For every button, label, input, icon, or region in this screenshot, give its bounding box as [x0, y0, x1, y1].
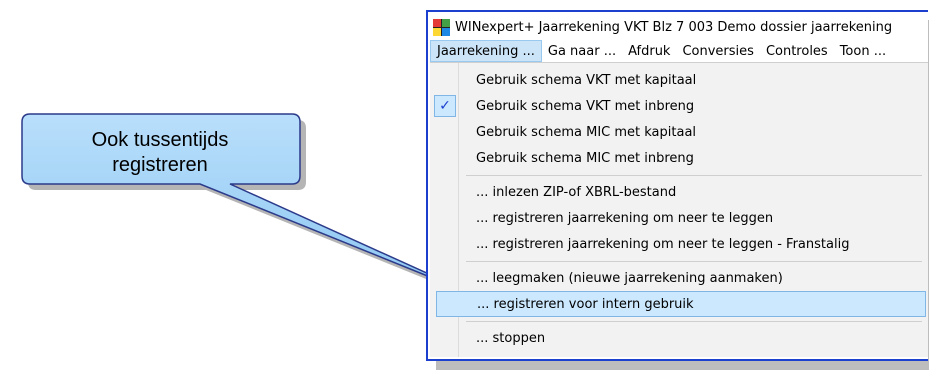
menu-jaarrekening[interactable]: Jaarrekening ...: [430, 40, 542, 62]
jaarrekening-dropdown-menu: Gebruik schema VKT met kapitaal ✓ Gebrui…: [430, 62, 928, 357]
winexpert-app-icon: [433, 18, 450, 36]
menu-controles[interactable]: Controles: [760, 40, 834, 62]
menu-item-registreren-neerleggen[interactable]: ... registreren jaarrekening om neer te …: [430, 205, 928, 231]
menu-toon[interactable]: Toon ...: [834, 40, 892, 62]
menu-separator: [466, 321, 922, 322]
window-title: WINexpert+ Jaarrekening VKT Blz 7 003 De…: [455, 19, 893, 35]
menu-item-inlezen-zip-xbrl[interactable]: ... inlezen ZIP-of XBRL-bestand: [430, 179, 928, 205]
app-window: WINexpert+ Jaarrekening VKT Blz 7 003 De…: [426, 10, 928, 361]
menu-bar: Jaarrekening ... Ga naar ... Afdruk Conv…: [430, 40, 928, 62]
menu-item-label: ... registreren jaarrekening om neer te …: [476, 210, 774, 226]
menu-ga-naar[interactable]: Ga naar ...: [542, 40, 622, 62]
menu-item-label: Gebruik schema VKT met kapitaal: [476, 72, 697, 88]
callout-line-1: Ook tussentijds: [91, 129, 229, 151]
menu-item-label: ... inlezen ZIP-of XBRL-bestand: [476, 184, 677, 200]
menu-item-label: ... registreren jaarrekening om neer te …: [476, 236, 850, 252]
menu-item-schema-vkt-inbreng[interactable]: ✓ Gebruik schema VKT met inbreng: [430, 93, 928, 119]
callout-text: Ook tussentijds registreren: [30, 128, 290, 178]
menu-item-label: Gebruik schema MIC met inbreng: [476, 150, 694, 166]
menu-item-schema-mic-inbreng[interactable]: Gebruik schema MIC met inbreng: [430, 145, 928, 171]
menu-separator: [466, 261, 922, 262]
menu-item-registreren-intern-gebruik[interactable]: ... registreren voor intern gebruik: [436, 291, 926, 317]
menu-item-label: Gebruik schema MIC met kapitaal: [476, 124, 697, 140]
callout-line-2: registreren: [112, 154, 208, 176]
menu-conversies[interactable]: Conversies: [676, 40, 759, 62]
menu-item-label: ... stoppen: [476, 330, 546, 346]
menu-item-schema-vkt-kapitaal[interactable]: Gebruik schema VKT met kapitaal: [430, 67, 928, 93]
menu-item-label: Gebruik schema VKT met inbreng: [476, 98, 695, 114]
menu-item-label: ... leegmaken (nieuwe jaarrekening aanma…: [476, 270, 783, 286]
menu-item-leegmaken[interactable]: ... leegmaken (nieuwe jaarrekening aanma…: [430, 265, 928, 291]
checkmark-icon: ✓: [434, 95, 456, 117]
menu-afdruk[interactable]: Afdruk: [622, 40, 676, 62]
menu-item-label: ... registreren voor intern gebruik: [477, 296, 694, 312]
menu-item-schema-mic-kapitaal[interactable]: Gebruik schema MIC met kapitaal: [430, 119, 928, 145]
title-bar: WINexpert+ Jaarrekening VKT Blz 7 003 De…: [430, 14, 928, 40]
menu-item-stoppen[interactable]: ... stoppen: [430, 325, 928, 351]
menu-separator: [466, 175, 922, 176]
menu-item-registreren-neerleggen-franstalig[interactable]: ... registreren jaarrekening om neer te …: [430, 231, 928, 257]
